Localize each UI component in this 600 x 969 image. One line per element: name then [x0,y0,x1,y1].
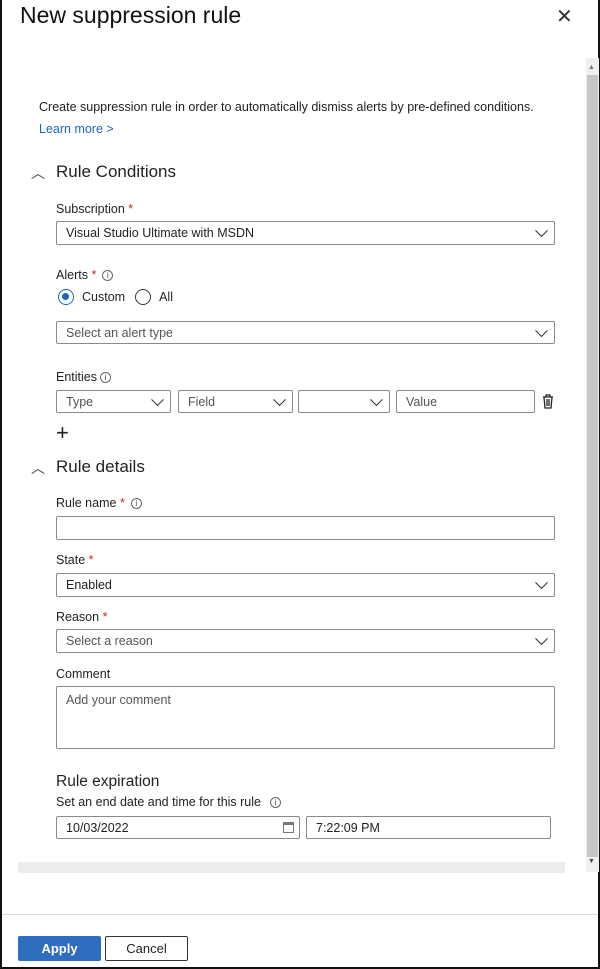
reason-label: Reason * [56,610,107,624]
entity-type-placeholder: Type [66,394,94,409]
radio-all-label[interactable]: All [159,290,173,304]
alert-type-placeholder: Select an alert type [66,325,174,340]
entities-label-text: Entities [56,370,97,384]
intro-text: Create suppression rule in order to auto… [39,96,559,140]
entity-value-input[interactable]: Value [396,390,535,413]
state-label: State * [56,553,94,567]
expiration-subtitle: Set an end date and time for this rule i [56,795,281,809]
chevron-down-icon [273,392,286,406]
info-icon[interactable]: i [270,797,281,808]
scroll-up-icon[interactable]: ▲ [588,64,595,71]
collapse-conditions-icon[interactable]: ︿ [31,163,45,183]
required-marker: * [88,553,94,567]
entity-type-select[interactable]: Type [56,390,171,413]
expiration-date-value: 10/03/2022 [66,820,129,835]
alerts-label: Alerts * i [56,268,114,282]
radio-all[interactable] [135,289,152,305]
entity-value-placeholder: Value [406,394,438,409]
expiration-time-input[interactable]: 7:22:09 PM [306,816,551,839]
scroll-down-icon[interactable]: ▼ [588,858,595,865]
calendar-icon[interactable] [283,822,294,833]
close-icon[interactable]: ✕ [556,4,573,29]
footer-divider [2,914,598,915]
entity-operator-select[interactable] [298,390,390,413]
add-entity-button[interactable]: + [56,420,69,446]
subscription-label: Subscription * [56,202,133,216]
reason-label-text: Reason [56,610,100,624]
state-label-text: State [56,553,86,567]
expiration-date-input[interactable]: 10/03/2022 [56,816,300,839]
subscription-select[interactable]: Visual Studio Ultimate with MSDN [56,221,555,245]
chevron-down-icon [535,576,548,590]
expiration-subtitle-text: Set an end date and time for this rule [56,795,261,809]
learn-more-link[interactable]: Learn more > [39,122,114,136]
scrollbar-thumb[interactable] [587,75,598,857]
alerts-label-text: Alerts [56,268,88,282]
trash-icon[interactable] [542,394,554,409]
rule-conditions-heading: Rule Conditions [56,162,177,181]
horizontal-scrollbar[interactable] [18,862,565,873]
info-icon[interactable]: i [100,372,111,383]
subscription-label-text: Subscription [56,202,125,216]
reason-placeholder: Select a reason [66,634,153,648]
collapse-details-icon[interactable]: ︿ [31,458,45,478]
chevron-down-icon [535,323,548,337]
apply-button[interactable]: Apply [18,936,101,961]
rule-name-input[interactable] [56,516,555,540]
expiration-time-value: 7:22:09 PM [316,820,380,835]
radio-custom-label[interactable]: Custom [82,290,125,304]
rule-name-label-text: Rule name [56,496,117,510]
radio-custom[interactable] [58,289,74,305]
entities-label: Entities i [56,370,111,384]
panel-title: New suppression rule [20,2,242,28]
state-value: Enabled [66,578,112,592]
reason-select[interactable]: Select a reason [56,629,555,653]
entity-field-placeholder: Field [188,394,216,409]
chevron-down-icon [535,224,548,238]
alerts-radio-group: Custom All [58,289,173,305]
state-select[interactable]: Enabled [56,573,555,597]
alert-type-select[interactable]: Select an alert type [56,321,555,344]
entity-field-select[interactable]: Field [178,390,293,413]
chevron-down-icon [535,632,548,646]
cancel-button[interactable]: Cancel [105,936,188,961]
required-marker: * [128,202,134,216]
comment-textarea[interactable]: Add your comment [56,686,555,749]
comment-placeholder: Add your comment [66,693,171,707]
chevron-down-icon [151,392,164,406]
info-icon[interactable]: i [130,498,142,509]
required-marker: * [102,610,108,624]
required-marker: * [119,496,125,510]
rule-name-label: Rule name * i [56,496,142,510]
info-icon[interactable]: i [102,270,114,281]
comment-label: Comment [56,667,111,681]
intro-description: Create suppression rule in order to auto… [39,100,534,114]
subscription-value: Visual Studio Ultimate with MSDN [66,226,255,240]
rule-expiration-heading: Rule expiration [56,773,160,790]
rule-details-heading: Rule details [56,457,145,476]
required-marker: * [91,268,97,282]
chevron-down-icon [370,392,383,406]
